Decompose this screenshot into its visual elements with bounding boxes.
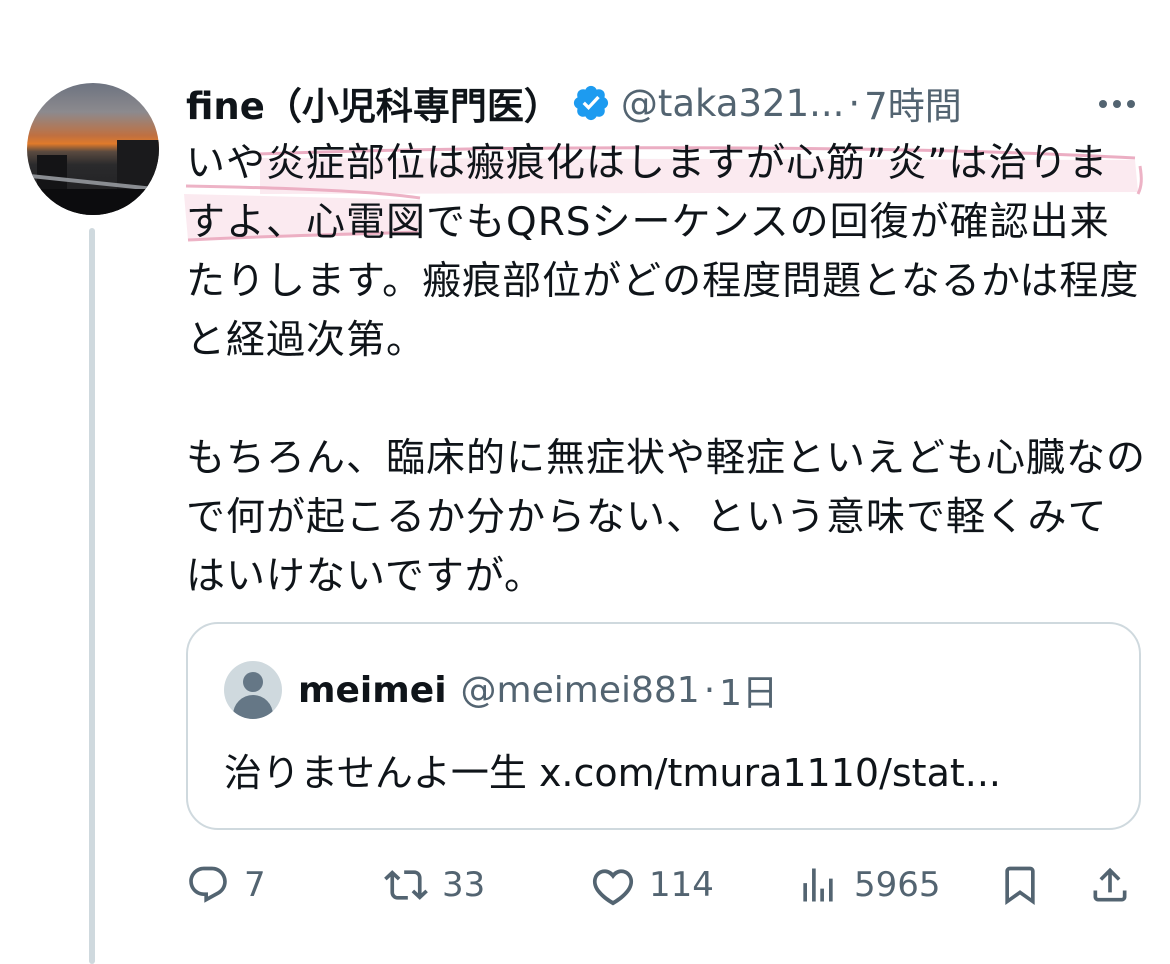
like-count: 114 <box>649 865 714 905</box>
quote-handle[interactable]: @meimei881 <box>461 670 700 711</box>
author-handle[interactable]: @taka321... <box>621 82 845 125</box>
quote-time[interactable]: 1日 <box>719 664 778 716</box>
reply-count: 7 <box>244 865 266 905</box>
author-display-name[interactable]: fine（小児科専門医） <box>186 76 561 130</box>
quote-avatar[interactable] <box>224 661 282 719</box>
quote-header: meimei @meimei881 · 1日 <box>224 660 778 720</box>
repost-count: 33 <box>442 865 486 905</box>
reply-icon <box>189 866 227 903</box>
share-icon <box>1093 867 1127 902</box>
post-header: fine（小児科専門医） @taka321... · 7時間 <box>186 76 962 130</box>
quote-text: 治りませんよ一生 x.com/tmura1110/stat... <box>224 751 1002 795</box>
post-time[interactable]: 7時間 <box>864 76 962 130</box>
share-button[interactable] <box>1088 855 1146 915</box>
post-body: いや炎症部位は瘢痕化はしますが心筋”炎”は治りますよ、心電図でもQRSシーケンス… <box>186 134 1146 606</box>
like-button[interactable]: 114 <box>591 855 714 915</box>
views-count: 5965 <box>854 865 941 905</box>
post-container[interactable]: fine（小児科専門医） @taka321... · 7時間 いや炎症部位は瘢痕… <box>0 0 1170 964</box>
post-paragraph: いや炎症部位は瘢痕化はしますが心筋”炎”は治りますよ、心電図でもQRSシーケンス… <box>186 141 1140 363</box>
repost-icon <box>384 870 428 900</box>
default-avatar-body <box>233 695 273 719</box>
more-dot <box>1127 100 1135 108</box>
views-button[interactable]: 5965 <box>796 855 941 915</box>
author-avatar[interactable] <box>27 83 159 215</box>
like-icon <box>592 869 634 906</box>
avatar-ground <box>27 189 159 215</box>
action-bar: 7 33 114 5965 <box>186 855 1141 915</box>
views-icon <box>803 868 833 902</box>
quoted-post[interactable]: meimei @meimei881 · 1日 治りませんよ一生 x.com/tm… <box>186 622 1141 830</box>
more-dot <box>1099 100 1107 108</box>
quote-separator: · <box>703 669 716 711</box>
header-separator: · <box>848 81 861 125</box>
thread-line <box>89 228 95 964</box>
default-avatar-head <box>243 672 263 692</box>
post-paragraph: もちろん、臨床的に無症状や軽症といえども心臓なので何が起こるか分からない、という… <box>186 436 1147 599</box>
verified-badge-icon[interactable] <box>571 83 611 123</box>
bookmark-button[interactable] <box>998 855 1056 915</box>
more-dot <box>1113 100 1121 108</box>
reply-button[interactable]: 7 <box>186 855 266 915</box>
more-icon[interactable] <box>1092 84 1142 124</box>
bookmark-icon <box>1005 866 1035 906</box>
repost-button[interactable]: 33 <box>384 855 485 915</box>
quote-display-name[interactable]: meimei <box>298 670 447 711</box>
